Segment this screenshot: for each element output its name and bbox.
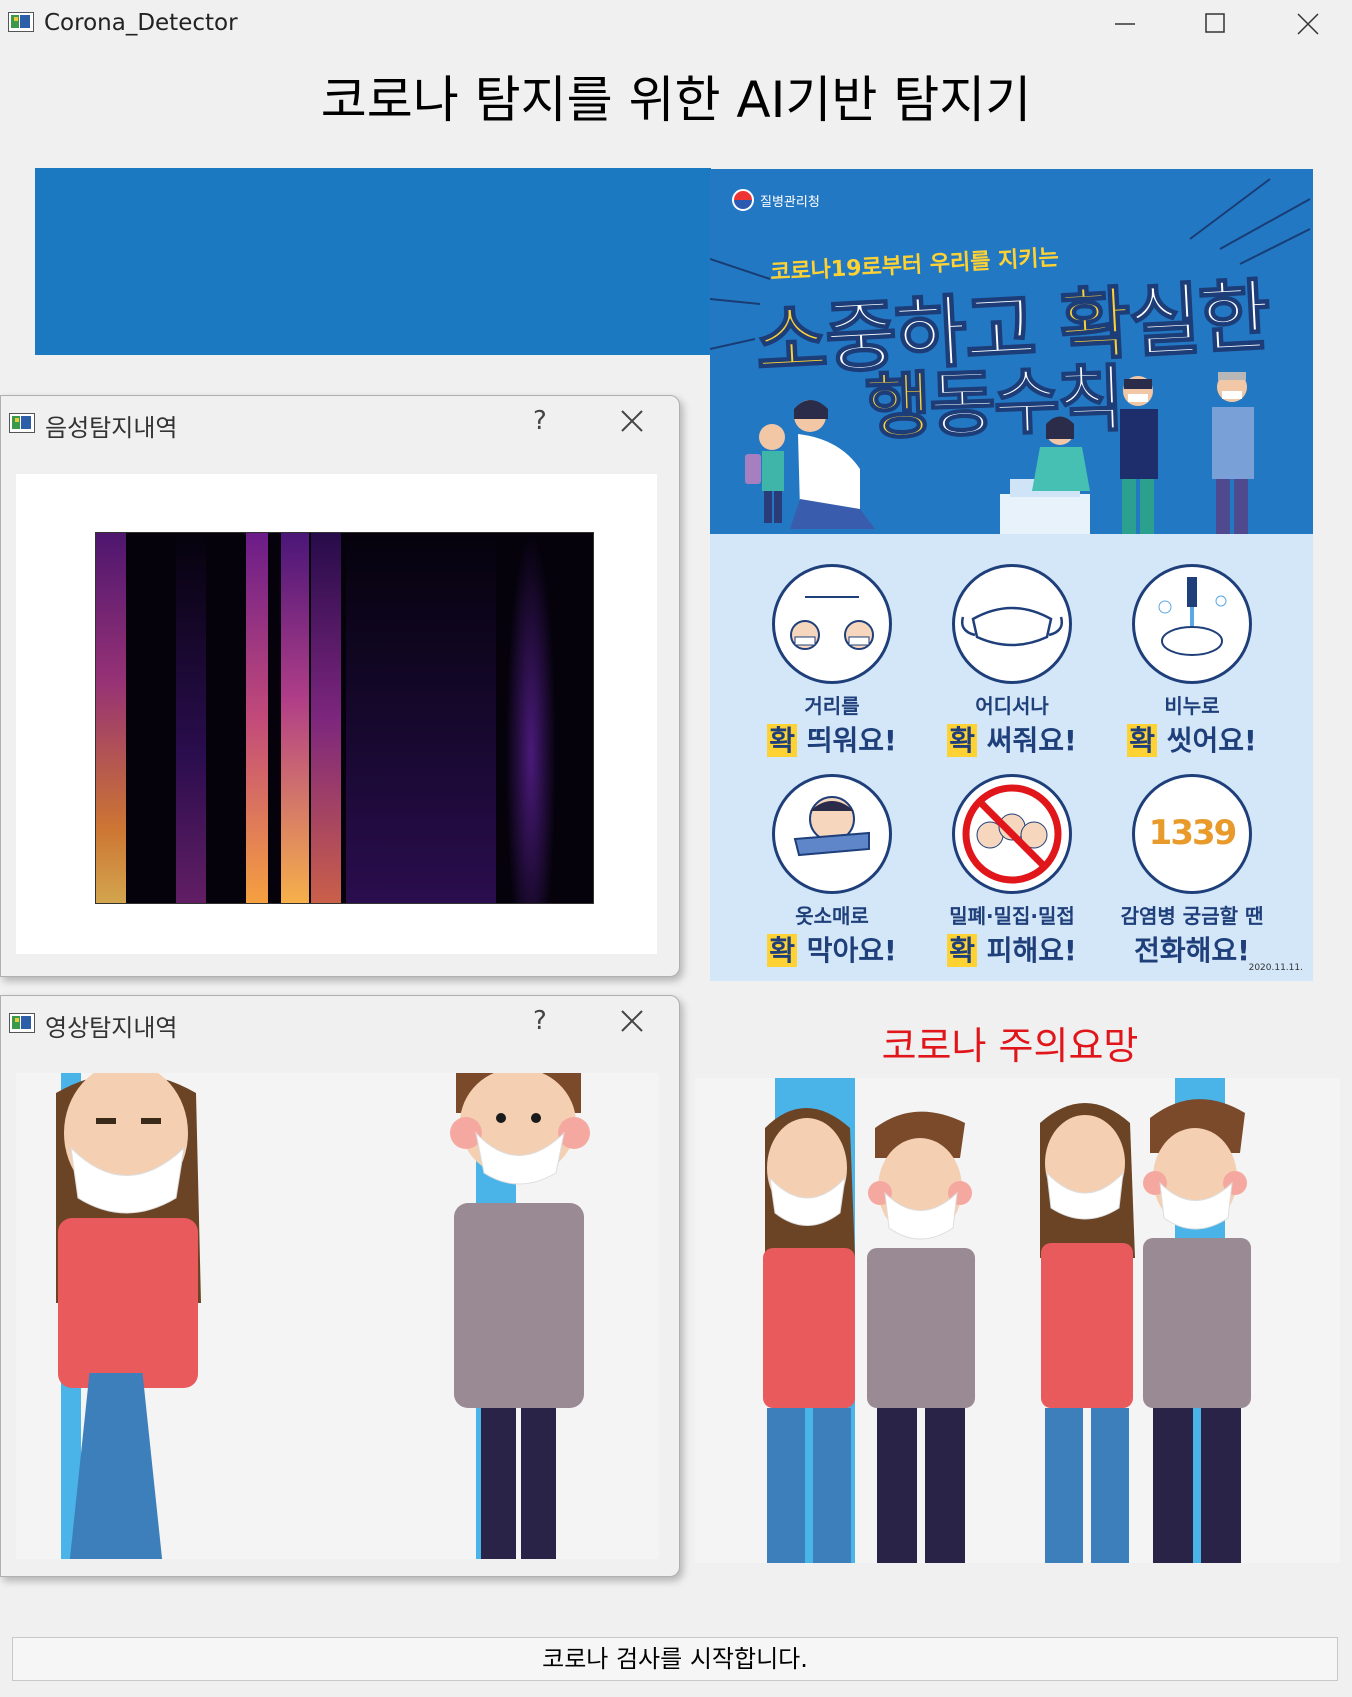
poster-date: 2020.11.11. bbox=[1248, 963, 1303, 973]
rule-hotline: 1339 감염병 궁금할 땐 전화해요! bbox=[1102, 774, 1282, 969]
window-titlebar: Corona_Detector bbox=[0, 0, 1352, 50]
header-banner bbox=[35, 168, 711, 355]
no-crowd-icon bbox=[952, 774, 1072, 894]
detection-result-image bbox=[695, 1078, 1340, 1563]
close-icon bbox=[1297, 13, 1319, 35]
rule-avoid-crowds: 밀폐·밀집·밀접 확 피해요! bbox=[922, 774, 1102, 969]
dialog-app-icon bbox=[9, 1013, 35, 1033]
corona-warning-label: 코로나 주의요망 bbox=[881, 1024, 1139, 1068]
maximize-button[interactable] bbox=[1170, 0, 1260, 48]
minimize-button[interactable] bbox=[1080, 0, 1170, 48]
rule-handwash: 비누로 확 씻어요! bbox=[1102, 564, 1282, 759]
window-title: Corona_Detector bbox=[44, 10, 238, 36]
hotline-icon: 1339 bbox=[1132, 774, 1252, 894]
page-title: 코로나 탐지를 위한 AI기반 탐지기 bbox=[320, 71, 1032, 129]
help-button[interactable]: ? bbox=[533, 1006, 547, 1036]
mask-icon bbox=[952, 564, 1072, 684]
poster-bottom-panel: 거리를 확 띄워요! 어디서나 확 써줘요! 비누로 확 씻어요! 옷소매로 확… bbox=[710, 534, 1313, 981]
close-icon[interactable] bbox=[619, 408, 645, 434]
cough-sleeve-icon bbox=[772, 774, 892, 894]
close-icon[interactable] bbox=[619, 1008, 645, 1034]
close-button[interactable] bbox=[1262, 0, 1352, 48]
help-button[interactable]: ? bbox=[533, 406, 547, 436]
maximize-icon bbox=[1205, 13, 1225, 33]
audio-spectrogram bbox=[95, 532, 594, 904]
rule-mask: 어디서나 확 써줘요! bbox=[922, 564, 1102, 759]
prevention-poster: 질병관리청 코로나19로부터 우리를 지키는 소중하고 확실한 행동수칙 거리를… bbox=[710, 169, 1313, 981]
handwash-icon bbox=[1132, 564, 1252, 684]
rule-cough-sleeve: 옷소매로 확 막아요! bbox=[742, 774, 922, 969]
video-dialog-title: 영상탐지내역 bbox=[45, 1014, 178, 1042]
two-masked-people-illustration bbox=[56, 1073, 590, 1559]
minimize-icon bbox=[1115, 23, 1135, 25]
audio-dialog-title: 음성탐지내역 bbox=[45, 414, 178, 442]
status-message: 코로나 검사를 시작합니다. bbox=[12, 1637, 1338, 1681]
rule-distance: 거리를 확 띄워요! bbox=[742, 564, 922, 759]
poster-top-panel: 질병관리청 코로나19로부터 우리를 지키는 소중하고 확실한 행동수칙 bbox=[710, 169, 1313, 534]
poster-people-illustration bbox=[745, 372, 1254, 534]
distance-icon bbox=[772, 564, 892, 684]
masked-people-illustration bbox=[763, 1078, 1251, 1563]
app-window-icon bbox=[8, 12, 34, 32]
dialog-app-icon bbox=[9, 413, 35, 433]
video-frame-image bbox=[16, 1073, 659, 1559]
